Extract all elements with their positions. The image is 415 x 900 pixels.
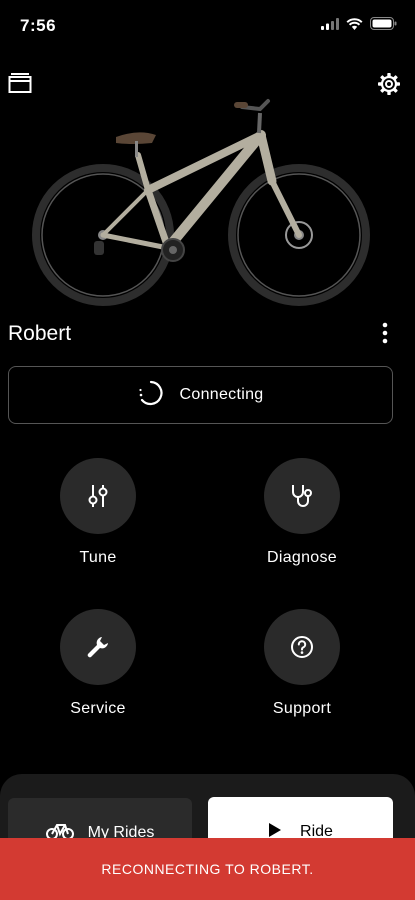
signal-icon bbox=[321, 17, 339, 30]
status-icons bbox=[321, 17, 397, 30]
bike-name: Robert bbox=[8, 322, 72, 345]
battery-icon bbox=[370, 17, 397, 30]
more-vertical-icon[interactable] bbox=[381, 322, 389, 344]
gear-icon[interactable] bbox=[377, 72, 401, 96]
diagnose-label: Diagnose bbox=[266, 549, 337, 566]
connection-label: Connecting bbox=[179, 386, 264, 403]
service-button[interactable]: Service bbox=[23, 609, 173, 718]
question-icon bbox=[264, 609, 340, 685]
support-label: Support bbox=[272, 700, 332, 717]
status-time: 7:56 bbox=[20, 16, 57, 35]
sliders-icon bbox=[60, 458, 136, 534]
wrench-icon bbox=[60, 609, 136, 685]
reconnecting-toast: RECONNECTING TO ROBERT. bbox=[0, 838, 415, 900]
support-button[interactable]: Support bbox=[227, 609, 377, 718]
diagnose-button[interactable]: Diagnose bbox=[227, 458, 377, 567]
window-icon[interactable] bbox=[8, 72, 32, 96]
stethoscope-icon bbox=[264, 458, 340, 534]
service-label: Service bbox=[70, 700, 126, 717]
tune-button[interactable]: Tune bbox=[23, 458, 173, 567]
bike-image bbox=[28, 95, 373, 310]
connection-status[interactable]: Connecting bbox=[8, 366, 393, 424]
status-bar: 7:56 bbox=[0, 0, 415, 50]
tune-label: Tune bbox=[79, 549, 117, 566]
wifi-icon bbox=[346, 17, 363, 30]
spinner-icon bbox=[138, 380, 164, 411]
